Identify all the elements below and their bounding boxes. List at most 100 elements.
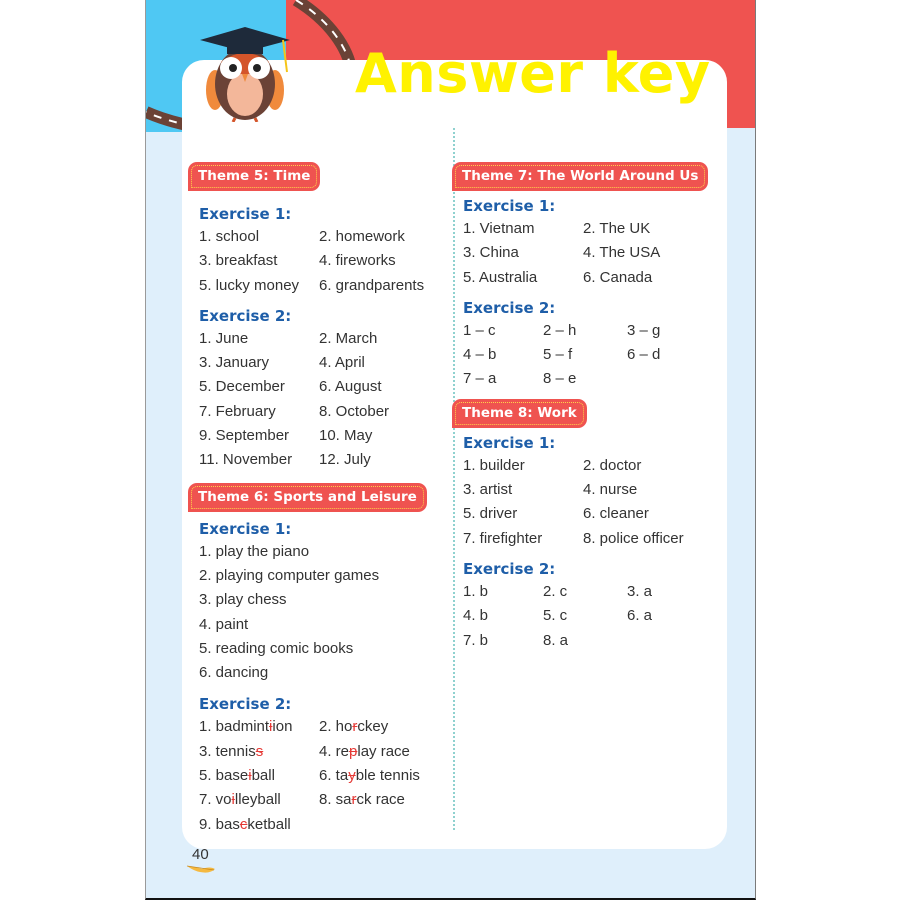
answer-item: 8 – e [543,370,577,388]
owl-graduate-icon [200,27,290,122]
answer-item: 6 – d [627,346,661,364]
answer-item: 5. Australia [463,268,538,286]
answer-item: 5. c [543,607,568,625]
answer-row: 7. February 8. October [199,400,438,424]
answer-row: 1. b 2. c 3. a [463,580,712,604]
answer-row: 5. lucky money 6. grandparents [199,274,438,298]
answer-item: 1. school [199,228,260,245]
left-column: Theme 5: Time Exercise 1: 1. school 2. ho… [188,162,438,837]
answer-item: 3. January [199,354,270,372]
answer-item: 4. The USA [583,244,661,262]
answer-row: 11. November 12. July [199,448,438,472]
answer-item: 9. September [199,427,290,445]
answer-row: 1 – c 2 – h 3 – g [463,319,712,343]
answer-item: 6. Canada [583,268,653,286]
answer-item: 5. baseiball [199,764,319,788]
theme-5-badge: Theme 5: Time [188,162,321,191]
answer-row: 3. artist 4. nurse [463,478,712,502]
answer-item: 1. June [199,329,249,347]
answer-item: 2. playing computer games [199,566,380,584]
answer-item: 7 – a [463,370,497,388]
answer-row: 4. paint [199,613,438,637]
answer-item: 4. nurse [583,481,638,499]
answer-row: 1. Vietnam 2. The UK [463,217,712,241]
answer-item: 2. doctor [583,456,642,474]
answer-text: ble tennis [355,767,420,785]
answer-text: ckey [357,718,389,736]
answer-item: 3. tenniss [199,740,319,764]
answer-item: 12. July [319,451,371,469]
answer-row: 4. b 5. c 6. a [463,604,712,628]
answer-item: 7. b [463,631,489,649]
answer-item: 1. b [463,582,489,600]
answer-item: 1. badmintiion [199,715,319,739]
page-title: Answer key [355,42,711,105]
answer-item: 4. replay race [319,740,410,764]
answer-row: 9. bascketball [199,813,438,837]
answer-row: 3. China 4. The USA [463,241,712,265]
theme-6-exercise-1: 1. play the piano 2. playing computer gam… [188,540,438,686]
answer-row: 7 – a 8 – e [463,367,712,391]
theme-6-exercise-2-heading: Exercise 2: [199,695,292,714]
answer-row: 7. firefighter 8. police officer [463,527,712,551]
answer-row: 5. reading comic books [199,637,438,661]
answer-item: 1. play the piano [199,542,310,560]
theme-6-badge: Theme 6: Sports and Leisure [188,482,427,512]
answer-item: 2 – h [543,321,577,339]
answer-row: 1. badmintiion 2. horckey [199,715,438,739]
answer-text: ball [251,767,275,785]
answer-text: 8. sa [319,791,352,809]
theme-6-exercise-1-heading: Exercise 1: [199,519,292,538]
answer-item: 6. grandparents [319,276,425,294]
answer-row: 1. play the piano [199,540,438,564]
answer-item: 8. sarck race [319,788,405,812]
theme-7-badge: Theme 7: The World Around Us [452,162,709,191]
answer-text: 3. tennis [199,742,256,760]
answer-item: 2. homework [319,228,405,245]
answer-item: 7. firefighter [463,529,543,547]
answer-text: 9. bas [199,815,240,833]
theme-8-badge: Theme 8: Work [452,398,587,428]
theme-5-exercise-1-heading: Exercise 1: [199,205,292,223]
answer-row: 6. dancing [199,661,438,685]
answer-row: 4 – b 5 – f 6 – d [463,343,712,367]
answer-item: 10. May [319,427,373,445]
answer-text: ion [272,718,293,736]
answer-row: 3. January 4. April [199,351,438,375]
answer-item: 4 – b [463,346,497,364]
answer-row: 1. builder 2. doctor [463,454,712,478]
answer-item: 2. c [543,582,568,600]
page-number: 40 [192,846,209,863]
answer-row: 3. play chess [199,588,438,612]
feather-icon [186,865,215,873]
answer-text: 2. ho [319,718,353,736]
answer-row: 5. Australia 6. Canada [463,266,712,290]
answer-row: 7. voilleyball 8. sarck race [199,788,438,812]
answer-item: 8. a [543,631,569,649]
answer-text: lleyball [234,791,281,809]
answer-item: 3. China [463,244,519,262]
answer-text: 5. base [199,767,249,785]
answer-item: 2. The UK [583,220,651,237]
answer-row: 1. June 2. March [199,327,438,351]
answer-item: 6. cleaner [583,505,649,523]
crossed-out-letter: s [255,742,264,760]
answer-row: 1. school 2. homework [199,225,438,249]
answer-item: 6. August [319,378,382,396]
answer-item: 8. police officer [583,529,684,547]
answer-item: 4. paint [199,615,249,633]
theme-5-exercise-2-heading: Exercise 2: [199,306,292,325]
answer-text: lay race [357,742,410,760]
theme-7-exercise-2: 1 – c 2 – h 3 – g 4 – b 5 – f 6 – d 7 – a 8 – e [452,319,712,392]
answer-text: 4. re [319,742,350,760]
answer-text: 6. ta [319,767,349,785]
theme-8-exercise-2-heading: Exercise 2: [463,559,556,578]
theme-5-exercise-1: 1. school 2. homework 3. breakfast 4. firew… [188,225,438,298]
answer-item: 5. lucky money [199,276,300,294]
answer-item: 11. November [199,451,293,469]
answer-item: 8. October [319,402,390,420]
answer-item: 4. b [463,607,489,625]
answer-item: 5. reading comic books [199,639,354,657]
answer-item: 1 – c [463,321,496,339]
answer-item: 3. breakfast [199,252,278,270]
